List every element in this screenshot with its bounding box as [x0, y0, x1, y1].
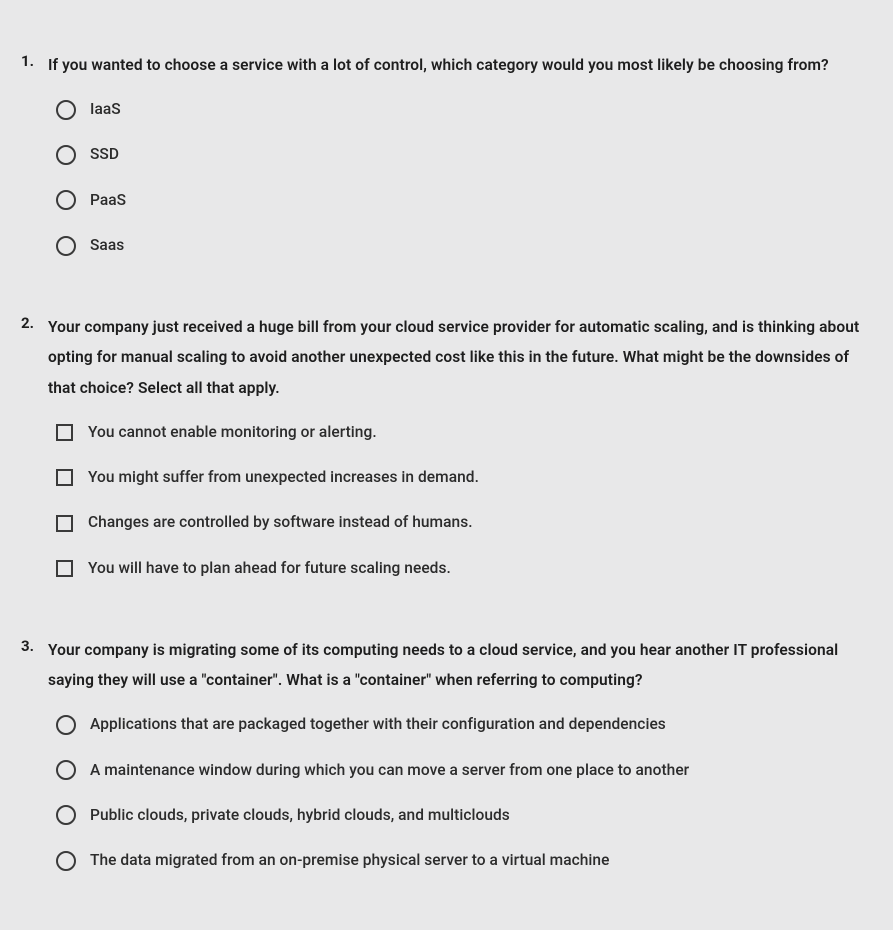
question-row: 2. Your company just received a huge bil…	[0, 312, 893, 403]
radio-option[interactable]: The data migrated from an on-premise phy…	[56, 849, 893, 872]
option-label: IaaS	[90, 98, 121, 121]
question-text: Your company just received a huge bill f…	[48, 312, 873, 403]
radio-icon	[56, 236, 76, 256]
options-list: IaaS SSD PaaS Saas	[0, 98, 893, 257]
question-number: 1.	[0, 50, 48, 73]
radio-icon	[56, 145, 76, 165]
checkbox-option[interactable]: You might suffer from unexpected increas…	[56, 466, 893, 489]
checkbox-option[interactable]: You will have to plan ahead for future s…	[56, 557, 893, 580]
radio-option[interactable]: Saas	[56, 234, 893, 257]
radio-option[interactable]: IaaS	[56, 98, 893, 121]
option-label: You will have to plan ahead for future s…	[88, 557, 451, 580]
option-label: Applications that are packaged together …	[90, 713, 666, 736]
question-number: 2.	[0, 312, 48, 335]
radio-icon	[56, 760, 76, 780]
radio-icon	[56, 100, 76, 120]
option-label: You cannot enable monitoring or alerting…	[88, 421, 377, 444]
question-block-1: 1. If you wanted to choose a service wit…	[0, 50, 893, 257]
radio-icon	[56, 851, 76, 871]
option-label: Public clouds, private clouds, hybrid cl…	[90, 804, 510, 827]
checkbox-icon	[56, 424, 73, 441]
radio-option[interactable]: SSD	[56, 143, 893, 166]
option-label: A maintenance window during which you ca…	[90, 759, 689, 782]
question-block-2: 2. Your company just received a huge bil…	[0, 312, 893, 580]
checkbox-icon	[56, 515, 73, 532]
question-row: 3. Your company is migrating some of its…	[0, 635, 893, 695]
option-label: The data migrated from an on-premise phy…	[90, 849, 609, 872]
question-row: 1. If you wanted to choose a service wit…	[0, 50, 893, 80]
option-label: Changes are controlled by software inste…	[88, 511, 473, 534]
checkbox-option[interactable]: Changes are controlled by software inste…	[56, 511, 893, 534]
question-text: Your company is migrating some of its co…	[48, 635, 873, 695]
question-block-3: 3. Your company is migrating some of its…	[0, 635, 893, 872]
radio-option[interactable]: PaaS	[56, 189, 893, 212]
radio-icon	[56, 805, 76, 825]
options-list: You cannot enable monitoring or alerting…	[0, 421, 893, 580]
checkbox-icon	[56, 560, 73, 577]
question-text: If you wanted to choose a service with a…	[48, 50, 829, 80]
radio-icon	[56, 190, 76, 210]
question-number: 3.	[0, 635, 48, 658]
option-label: Saas	[90, 234, 124, 257]
radio-option[interactable]: A maintenance window during which you ca…	[56, 759, 893, 782]
option-label: PaaS	[90, 189, 126, 212]
checkbox-icon	[56, 469, 73, 486]
radio-option[interactable]: Public clouds, private clouds, hybrid cl…	[56, 804, 893, 827]
option-label: You might suffer from unexpected increas…	[88, 466, 479, 489]
option-label: SSD	[90, 143, 119, 166]
checkbox-option[interactable]: You cannot enable monitoring or alerting…	[56, 421, 893, 444]
radio-icon	[56, 715, 76, 735]
options-list: Applications that are packaged together …	[0, 713, 893, 872]
radio-option[interactable]: Applications that are packaged together …	[56, 713, 893, 736]
